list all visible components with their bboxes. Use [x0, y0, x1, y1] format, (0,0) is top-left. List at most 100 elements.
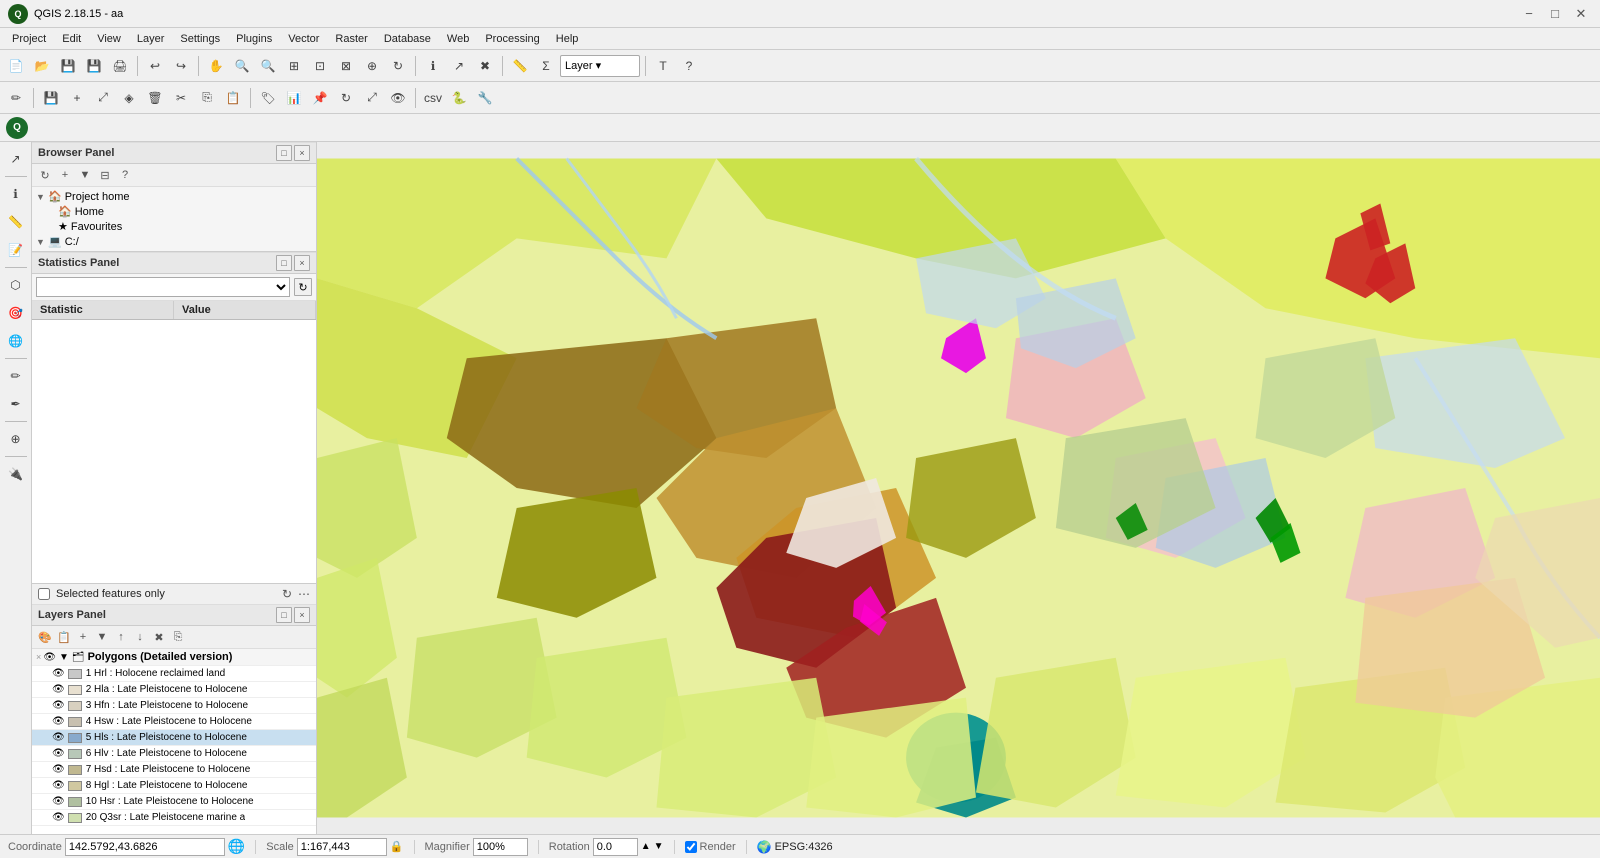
layers-add-button[interactable]: + — [74, 628, 92, 646]
coordinate-input[interactable] — [65, 838, 225, 856]
annotations-button[interactable]: 📝 — [3, 237, 29, 263]
layers-duplicate-button[interactable]: ⎘ — [169, 628, 187, 646]
layer-dropdown[interactable]: Layer ▾ — [560, 55, 640, 77]
stats-refresh-icon[interactable]: ↻ — [282, 587, 292, 601]
stats-panel-float-button[interactable]: □ — [276, 255, 292, 271]
browser-panel-close-button[interactable]: × — [294, 145, 310, 161]
layer-item-2[interactable]: 👁2 Hla : Late Pleistocene to Holocene — [32, 682, 316, 698]
layer-item-4[interactable]: 👁4 Hsw : Late Pleistocene to Holocene — [32, 714, 316, 730]
delete-button[interactable]: 🗑 — [143, 86, 167, 110]
layer-item-5[interactable]: 👁5 Hls : Late Pleistocene to Holocene — [32, 730, 316, 746]
stats-layer-select[interactable] — [36, 277, 290, 297]
plugin2-button[interactable]: 🔧 — [473, 86, 497, 110]
layers-filter-button[interactable]: ▼ — [93, 628, 111, 646]
move-label-button[interactable]: ⤢ — [360, 86, 384, 110]
magnifier-input[interactable] — [473, 838, 528, 856]
browser-tree-c-drive[interactable]: ▼ 💻 C:/ — [32, 234, 316, 249]
layer-eye-6[interactable]: 👁 — [52, 748, 65, 759]
info-button[interactable]: ℹ — [421, 54, 445, 78]
layer-item-6[interactable]: 👁6 Hlv : Late Pleistocene to Holocene — [32, 746, 316, 762]
eye-icon[interactable]: 👁 — [43, 652, 56, 663]
layer-eye-2[interactable]: 👁 — [52, 684, 65, 695]
menu-item-database[interactable]: Database — [376, 31, 439, 47]
menu-item-layer[interactable]: Layer — [129, 31, 173, 47]
save-as-button[interactable]: 💾 — [82, 54, 106, 78]
stats-panel-close-button[interactable]: × — [294, 255, 310, 271]
browser-tree-project-home[interactable]: ▼ 🏠 Project home — [32, 189, 316, 204]
layer-eye-1[interactable]: 👁 — [52, 668, 65, 679]
layer-item-10[interactable]: 👁10 Hsr : Late Pleistocene to Holocene — [32, 794, 316, 810]
menu-item-help[interactable]: Help — [548, 31, 587, 47]
cut-button[interactable]: ✂ — [169, 86, 193, 110]
stats-more-button[interactable]: ⋯ — [298, 587, 310, 601]
lock-icon[interactable]: 🔒 — [390, 840, 404, 853]
menu-item-settings[interactable]: Settings — [172, 31, 228, 47]
rotation-input[interactable] — [593, 838, 638, 856]
layer-eye-5[interactable]: 👁 — [52, 732, 65, 743]
select-button[interactable]: ↗ — [447, 54, 471, 78]
layers-move-down-button[interactable]: ↓ — [131, 628, 149, 646]
csv-button[interactable]: csv — [421, 86, 445, 110]
rotation-down-icon[interactable]: ▼ — [654, 841, 664, 852]
menu-item-raster[interactable]: Raster — [327, 31, 375, 47]
layer-eye-7[interactable]: 👁 — [52, 764, 65, 775]
edit-button[interactable]: ✏ — [4, 86, 28, 110]
selected-features-checkbox[interactable] — [38, 588, 50, 600]
print-button[interactable]: 🖨 — [108, 54, 132, 78]
coordinate-button[interactable]: 🎯 — [3, 300, 29, 326]
browser-filter-button[interactable]: ▼ — [76, 166, 94, 184]
menu-item-web[interactable]: Web — [439, 31, 477, 47]
layers-attribute-button[interactable]: 📋 — [55, 628, 73, 646]
layers-open-button[interactable]: 🎨 — [36, 628, 54, 646]
render-checkbox[interactable] — [685, 841, 697, 853]
browser-collapse-button[interactable]: ⊟ — [96, 166, 114, 184]
layer-eye-4[interactable]: 👁 — [52, 716, 65, 727]
identify-button[interactable]: ℹ — [3, 181, 29, 207]
menu-item-edit[interactable]: Edit — [54, 31, 89, 47]
osm-button[interactable]: 🌐 — [3, 328, 29, 354]
layers-panel-float-button[interactable]: □ — [276, 607, 292, 623]
sum-button[interactable]: Σ — [534, 54, 558, 78]
deselect-button[interactable]: ✖ — [473, 54, 497, 78]
pan-selection-button[interactable]: ⊕ — [360, 54, 384, 78]
layer-item-1[interactable]: 👁1 Hrl : Holocene reclaimed land — [32, 666, 316, 682]
redo-button[interactable]: ↪ — [169, 54, 193, 78]
measure-map-button[interactable]: 📏 — [3, 209, 29, 235]
menu-item-plugins[interactable]: Plugins — [228, 31, 280, 47]
add-label-button[interactable]: 🏷 — [256, 86, 280, 110]
move-feature-button[interactable]: ⤢ — [91, 86, 115, 110]
add-feature-button[interactable]: + — [65, 86, 89, 110]
browser-refresh-button[interactable]: ↻ — [36, 166, 54, 184]
epsg-item[interactable]: 🌍 EPSG:4326 — [757, 840, 833, 854]
new-project-button[interactable]: 📄 — [4, 54, 28, 78]
menu-item-project[interactable]: Project — [4, 31, 54, 47]
undo-button[interactable]: ↩ — [143, 54, 167, 78]
refresh-button[interactable]: ↻ — [386, 54, 410, 78]
zoom-in-button[interactable]: 🔍 — [230, 54, 254, 78]
help-button[interactable]: ? — [677, 54, 701, 78]
rotate-label-button[interactable]: ↻ — [334, 86, 358, 110]
layers-remove-button[interactable]: ✖ — [150, 628, 168, 646]
label-button[interactable]: T — [651, 54, 675, 78]
rotation-up-icon[interactable]: ▲ — [641, 841, 651, 852]
show-hidden-button[interactable]: 👁 — [386, 86, 410, 110]
zoom-selection-button[interactable]: ⊠ — [334, 54, 358, 78]
select-feature-button[interactable]: ↗ — [3, 146, 29, 172]
browser-help-button[interactable]: ? — [116, 166, 134, 184]
map-area[interactable] — [317, 142, 1600, 834]
browser-tree-favourites[interactable]: ★ Favourites — [32, 219, 316, 234]
layer-eye-20[interactable]: 👁 — [52, 812, 65, 823]
minimize-button[interactable]: − — [1518, 5, 1540, 23]
browser-panel-float-button[interactable]: □ — [276, 145, 292, 161]
browser-tree-home[interactable]: 🏠 Home — [32, 204, 316, 219]
layer-item-7[interactable]: 👁7 Hsd : Late Pleistocene to Holocene — [32, 762, 316, 778]
menu-item-view[interactable]: View — [89, 31, 129, 47]
stats-refresh-button[interactable]: ↻ — [294, 278, 312, 296]
layer-item-8[interactable]: 👁8 Hgl : Late Pleistocene to Holocene — [32, 778, 316, 794]
layers-move-up-button[interactable]: ↑ — [112, 628, 130, 646]
georef-button[interactable]: ⊕ — [3, 426, 29, 452]
layers-panel-close-button[interactable]: × — [294, 607, 310, 623]
copy-button[interactable]: ⎘ — [195, 86, 219, 110]
menu-item-vector[interactable]: Vector — [280, 31, 327, 47]
browser-tree-apps[interactable]: ▶ 📁 Apps — [32, 249, 316, 251]
